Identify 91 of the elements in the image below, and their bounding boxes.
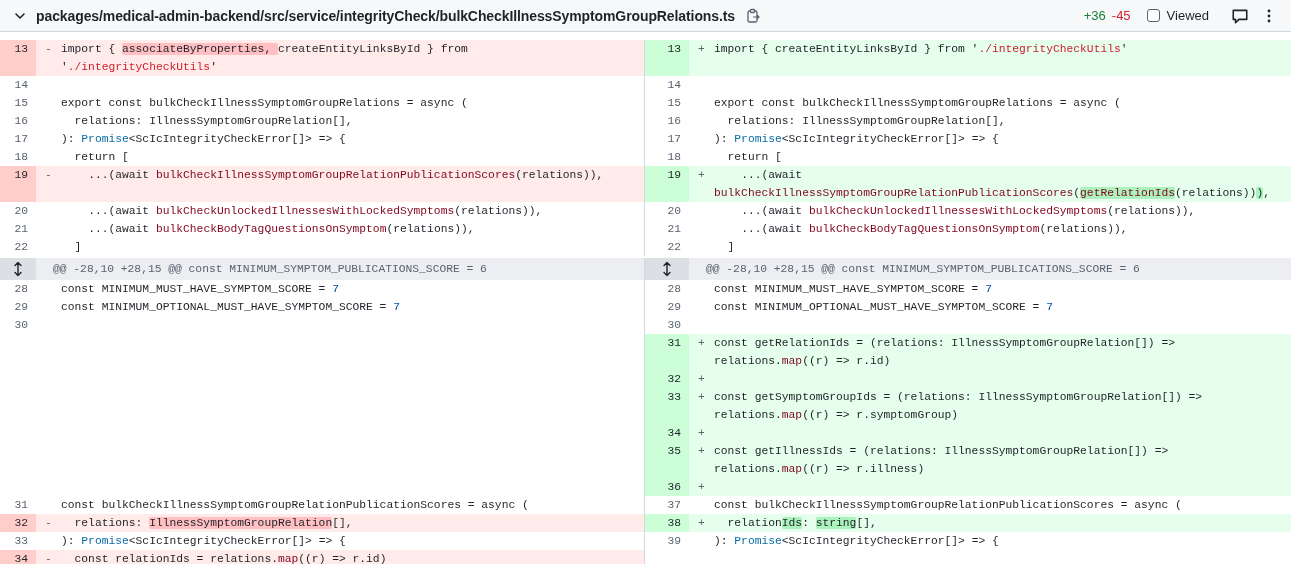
code-line: const getSymptomGroupIds = (relations: IllnessSymptomGroupRelation[]) => relations.map((r) => r.symptomGroup) — [714, 390, 1204, 423]
line-number[interactable]: 19 — [645, 166, 689, 202]
diff-marker: + — [698, 391, 705, 403]
code-line: ...(await bulkCheckUnlockedIllnessesWithLockedSymptoms(relations)), — [740, 204, 1197, 219]
diff-marker: + — [698, 43, 705, 55]
line-number[interactable]: 28 — [645, 280, 689, 298]
code-line: ] — [73, 240, 83, 255]
code-line: export const bulkCheckIllnessSymptomGroupRelations = async ( — [714, 96, 1122, 111]
line-number[interactable]: 32 — [645, 370, 689, 388]
line-number[interactable]: 31 — [0, 496, 36, 514]
line-number[interactable]: 37 — [645, 496, 689, 514]
deletions-count: -45 — [1111, 8, 1131, 23]
viewed-label[interactable]: Viewed — [1166, 8, 1209, 23]
code-line: import { associateByProperties, createEntityLinksById } from './integrityCheckUtils' — [61, 42, 469, 75]
line-number[interactable]: 18 — [645, 148, 689, 166]
diff-marker: + — [698, 481, 705, 493]
viewed-checkbox[interactable] — [1146, 9, 1160, 22]
code-line: ): Promise<ScIcIntegrityCheckError[]> => { — [714, 534, 1000, 549]
file-path[interactable]: packages/medical-admin-backend/src/service/integrityCheck/bulkCheckIllnessSymptomGroupRelations.ts — [36, 7, 735, 24]
diff-marker: - — [45, 517, 52, 529]
diff-marker: + — [698, 337, 705, 349]
code-line: const MINIMUM_MUST_HAVE_SYMPTOM_SCORE = 7 — [714, 282, 993, 297]
code-line: ...(await bulkCheckIllnessSymptomGroupRelationPublicationScores(getRelationIds(relations))), — [714, 168, 1271, 201]
code-line: relations: IllnessSymptomGroupRelation[], — [73, 114, 354, 129]
code-line: import { createEntityLinksById } from './integrityCheckUtils' — [714, 42, 1129, 57]
code-line: ] — [726, 240, 736, 255]
diff-marker: + — [698, 445, 705, 457]
line-number[interactable]: 14 — [645, 76, 689, 94]
line-number[interactable]: 39 — [645, 532, 689, 550]
diff-marker: - — [45, 43, 52, 55]
line-number[interactable]: 33 — [0, 532, 36, 550]
code-line: const MINIMUM_MUST_HAVE_SYMPTOM_SCORE = 7 — [61, 282, 340, 297]
line-number[interactable]: 29 — [0, 298, 36, 316]
line-number[interactable]: 17 — [645, 130, 689, 148]
line-number[interactable]: 30 — [0, 316, 36, 334]
code-line: ...(await bulkCheckBodyTagQuestionsOnSymptom(relations)), — [740, 222, 1129, 237]
line-number[interactable]: 22 — [645, 238, 689, 256]
line-number[interactable]: 33 — [645, 388, 689, 424]
line-number[interactable]: 17 — [0, 130, 36, 148]
code-line: return [ — [73, 150, 130, 165]
code-line: ): Promise<ScIcIntegrityCheckError[]> => { — [61, 132, 347, 147]
line-number[interactable]: 15 — [645, 94, 689, 112]
code-line: relationIds: string[], — [726, 516, 878, 531]
line-number[interactable]: 30 — [645, 316, 689, 334]
line-number[interactable]: 20 — [0, 202, 36, 220]
diff-marker: + — [698, 427, 705, 439]
diff-marker: + — [698, 169, 705, 181]
line-number[interactable]: 18 — [0, 148, 36, 166]
line-number[interactable]: 20 — [645, 202, 689, 220]
line-number[interactable]: 21 — [645, 220, 689, 238]
diff-marker: - — [45, 553, 52, 564]
code-line: ...(await bulkCheckIllnessSymptomGroupRelationPublicationScores(relations)), — [87, 168, 605, 183]
code-line: ...(await bulkCheckUnlockedIllnessesWithLockedSymptoms(relations)), — [87, 204, 544, 219]
code-line: const relationIds = relations.map((r) => r.id) — [73, 552, 388, 564]
code-line: const bulkCheckIllnessSymptomGroupRelationPublicationScores = async ( — [61, 498, 530, 513]
line-number[interactable]: 21 — [0, 220, 36, 238]
line-number[interactable]: 16 — [0, 112, 36, 130]
code-line: const MINIMUM_OPTIONAL_MUST_HAVE_SYMPTOM_SCORE = 7 — [714, 300, 1054, 315]
line-number[interactable]: 35 — [645, 442, 689, 478]
code-line: const MINIMUM_OPTIONAL_MUST_HAVE_SYMPTOM_SCORE = 7 — [61, 300, 401, 315]
line-number[interactable]: 34 — [0, 550, 36, 564]
code-line: export const bulkCheckIllnessSymptomGroupRelations = async ( — [61, 96, 469, 111]
line-number[interactable]: 16 — [645, 112, 689, 130]
code-line: ): Promise<ScIcIntegrityCheckError[]> => { — [61, 534, 347, 549]
line-number[interactable]: 22 — [0, 238, 36, 256]
diff-marker: - — [45, 169, 52, 181]
line-number[interactable]: 32 — [0, 514, 36, 532]
line-number[interactable]: 34 — [645, 424, 689, 442]
code-line: ): Promise<ScIcIntegrityCheckError[]> => { — [714, 132, 1000, 147]
line-number[interactable]: 38 — [645, 514, 689, 532]
line-number[interactable]: 29 — [645, 298, 689, 316]
copy-icon[interactable] — [745, 7, 761, 24]
line-number[interactable]: 15 — [0, 94, 36, 112]
line-number[interactable]: 28 — [0, 280, 36, 298]
code-line: relations: IllnessSymptomGroupRelation[], — [726, 114, 1007, 129]
code-line: const getRelationIds = (relations: IllnessSymptomGroupRelation[]) => relations.map((r) => r.id) — [714, 336, 1176, 369]
hunk-header: @@ -28,10 +28,15 @@ const MINIMUM_SYMPTOM_PUBLICATIONS_SCORE = 6 — [52, 262, 487, 277]
hunk-header: @@ -28,10 +28,15 @@ const MINIMUM_SYMPTOM_PUBLICATIONS_SCORE = 6 — [705, 262, 1140, 277]
code-line: ...(await bulkCheckBodyTagQuestionsOnSymptom(relations)), — [87, 222, 476, 237]
line-number[interactable]: 31 — [645, 334, 689, 370]
code-line: return [ — [726, 150, 783, 165]
diff-marker: + — [698, 517, 705, 529]
code-line: const getIllnessIds = (relations: IllnessSymptomGroupRelation[]) => relations.map((r) => r.illness) — [714, 444, 1170, 477]
line-number[interactable]: 13 — [645, 40, 689, 76]
additions-count: +36 — [1083, 8, 1106, 23]
line-number[interactable]: 13 — [0, 40, 36, 76]
code-line: const bulkCheckIllnessSymptomGroupRelationPublicationScores = async ( — [714, 498, 1183, 513]
line-number[interactable]: 36 — [645, 478, 689, 496]
diff-marker: + — [698, 373, 705, 385]
line-number[interactable]: 14 — [0, 76, 36, 94]
line-number[interactable]: 19 — [0, 166, 36, 202]
